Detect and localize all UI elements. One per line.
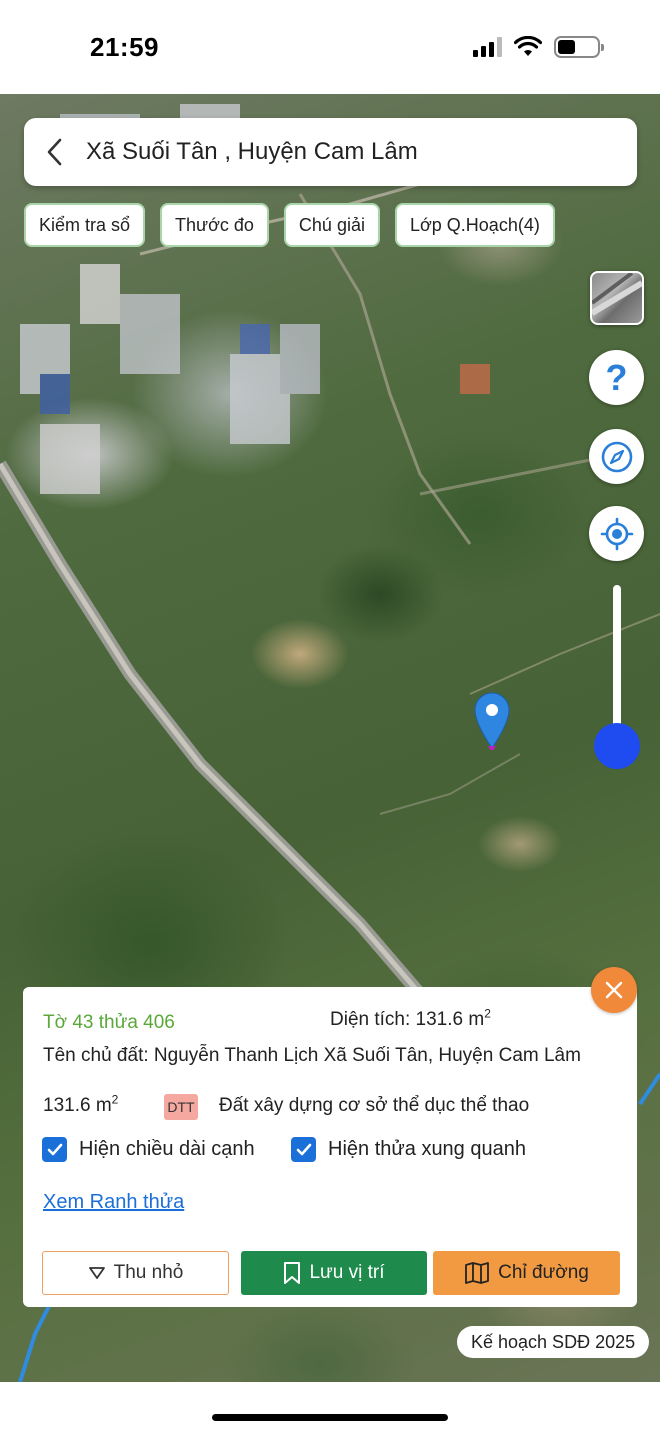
- battery-level: [558, 40, 576, 54]
- show-edge-length-checkbox[interactable]: Hiện chiều dài cạnh: [42, 1137, 255, 1162]
- area-value-sup: 2: [111, 1092, 119, 1107]
- area-value: 131.6 m2: [43, 1092, 119, 1117]
- wifi-icon: [514, 36, 542, 56]
- bookmark-icon: [284, 1262, 301, 1284]
- satellite-layer-button[interactable]: [590, 271, 644, 325]
- directions-button[interactable]: Chỉ đường: [433, 1251, 620, 1295]
- close-panel-button[interactable]: [591, 967, 637, 1013]
- land-use-type: Đất xây dựng cơ sở thể dục thể thao: [219, 1095, 530, 1116]
- chip-check-book[interactable]: Kiểm tra sổ: [24, 203, 146, 247]
- location-title: Xã Suối Tân , Huyện Cam Lâm: [86, 138, 418, 165]
- checkbox-checked-icon[interactable]: [42, 1137, 67, 1162]
- view-boundary-link[interactable]: Xem Ranh thửa: [43, 1191, 184, 1214]
- land-code-badge: DTT: [164, 1094, 198, 1120]
- save-location-label: Lưu vị trí: [309, 1262, 385, 1283]
- locate-me-button[interactable]: [589, 506, 644, 561]
- chevron-left-icon: [47, 138, 62, 166]
- compass-icon: [601, 441, 632, 472]
- location-header: Xã Suối Tân , Huyện Cam Lâm: [24, 118, 637, 186]
- chip-planning-layer[interactable]: Lớp Q.Hoạch(4): [394, 203, 555, 247]
- satellite-layer-icon: [592, 273, 642, 316]
- location-pin-icon[interactable]: [472, 690, 512, 750]
- map-icon: [465, 1262, 490, 1284]
- back-button[interactable]: [24, 118, 86, 186]
- land-use-plan-tag[interactable]: Kế hoạch SDĐ 2025: [457, 1326, 650, 1358]
- chip-measure[interactable]: Thước đo: [160, 203, 269, 247]
- help-button[interactable]: ?: [589, 350, 644, 405]
- area-label: Diện tích: 131.6 m2: [330, 1006, 491, 1031]
- battery-icon: [554, 36, 604, 58]
- save-location-button[interactable]: Lưu vị trí: [241, 1251, 427, 1295]
- status-bar: 21:59: [0, 0, 660, 94]
- parcel-info-panel: Tờ 43 thửa 406 Diện tích: 131.6 m2 Tên c…: [23, 987, 637, 1307]
- area-label-text: Diện tích: 131.6 m: [330, 1009, 485, 1030]
- minimize-button[interactable]: Thu nhỏ: [42, 1251, 229, 1295]
- home-indicator[interactable]: [212, 1414, 448, 1421]
- show-edge-length-label: Hiện chiều dài cạnh: [79, 1138, 255, 1160]
- crosshair-locate-icon: [600, 517, 633, 550]
- chip-legend[interactable]: Chú giải: [283, 203, 380, 247]
- directions-label: Chỉ đường: [498, 1262, 589, 1283]
- owner-info: Tên chủ đất: Nguyễn Thanh Lịch Xã Suối T…: [43, 1045, 581, 1066]
- zoom-slider-handle[interactable]: [594, 723, 640, 769]
- status-time: 21:59: [90, 32, 159, 62]
- show-neighbor-parcels-checkbox[interactable]: Hiện thửa xung quanh: [291, 1137, 526, 1162]
- show-neighbor-parcels-label: Hiện thửa xung quanh: [328, 1138, 526, 1160]
- minimize-label: Thu nhỏ: [113, 1262, 184, 1283]
- cellular-signal-icon: [473, 37, 502, 57]
- checkbox-checked-icon[interactable]: [291, 1137, 316, 1162]
- close-icon: [605, 981, 623, 999]
- area-value-text: 131.6 m: [43, 1095, 112, 1116]
- area-label-sup: 2: [484, 1006, 491, 1021]
- help-icon: ?: [605, 356, 628, 398]
- tool-chips: Kiểm tra sổ Thước đo Chú giải Lớp Q.Hoạc…: [24, 203, 555, 247]
- parcel-id: Tờ 43 thửa 406: [43, 1012, 175, 1033]
- status-icons: [473, 36, 604, 58]
- triangle-down-icon: [88, 1267, 105, 1279]
- compass-button[interactable]: [589, 429, 644, 484]
